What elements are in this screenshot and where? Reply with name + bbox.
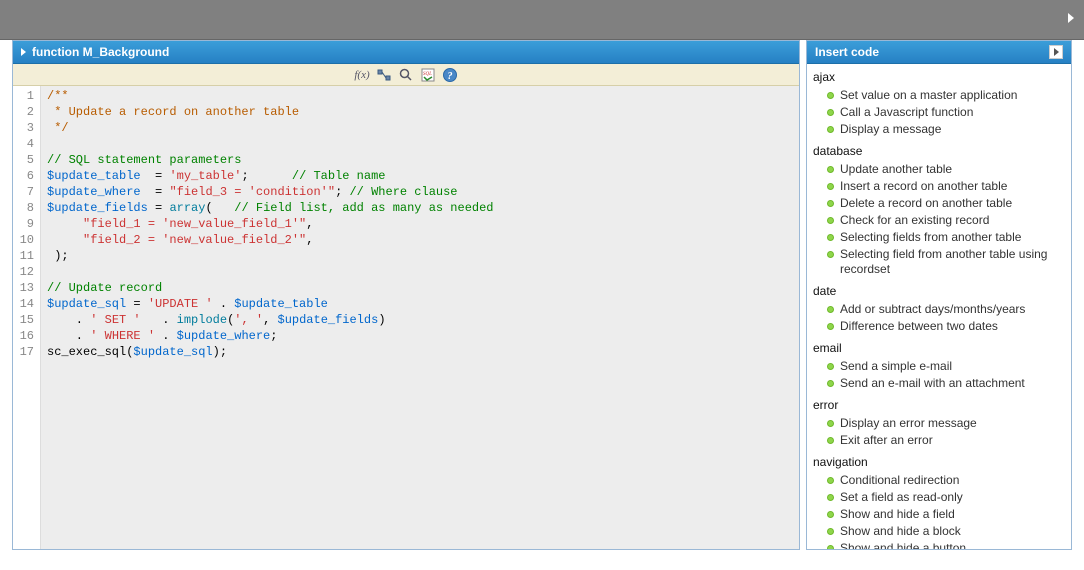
bullet-icon [827, 306, 834, 313]
snippet-item[interactable]: Call a Javascript function [813, 104, 1065, 121]
code-editor[interactable]: 1234567891011121314151617 /** * Update a… [13, 86, 799, 549]
snippet-label: Display a message [840, 122, 941, 137]
snippet-label: Delete a record on another table [840, 196, 1012, 211]
fx-icon[interactable]: f(x) [354, 67, 370, 83]
bullet-icon [827, 528, 834, 535]
insert-code-header[interactable]: Insert code [807, 41, 1071, 64]
snippet-category: date [813, 284, 1065, 298]
editor-panel: function M_Background f(x) SQL ? 1234567… [12, 40, 800, 550]
snippet-item[interactable]: Conditional redirection [813, 472, 1065, 489]
snippet-label: Selecting fields from another table [840, 230, 1021, 245]
bullet-icon [827, 494, 834, 501]
snippet-item[interactable]: Selecting fields from another table [813, 229, 1065, 246]
snippet-item[interactable]: Add or subtract days/months/years [813, 301, 1065, 318]
insert-code-panel: Insert code ajax Set value on a master ap… [806, 40, 1072, 550]
snippet-label: Set value on a master application [840, 88, 1017, 103]
snippet-item[interactable]: Exit after an error [813, 432, 1065, 449]
snippet-item[interactable]: Delete a record on another table [813, 195, 1065, 212]
bullet-icon [827, 477, 834, 484]
snippet-item[interactable]: Show and hide a field [813, 506, 1065, 523]
snippet-category: ajax [813, 70, 1065, 84]
snippet-category: email [813, 341, 1065, 355]
snippet-label: Send a simple e-mail [840, 359, 952, 374]
snippet-label: Insert a record on another table [840, 179, 1007, 194]
snippet-label: Add or subtract days/months/years [840, 302, 1025, 317]
match-brackets-icon[interactable] [376, 67, 392, 83]
snippet-category: navigation [813, 455, 1065, 469]
editor-panel-header[interactable]: function M_Background [13, 41, 799, 64]
snippet-label: Display an error message [840, 416, 977, 431]
snippet-category: error [813, 398, 1065, 412]
snippet-label: Selecting field from another table using… [840, 247, 1065, 277]
editor-toolbar: f(x) SQL ? [13, 64, 799, 86]
svg-text:SQL: SQL [423, 72, 432, 77]
snippet-item[interactable]: Display an error message [813, 415, 1065, 432]
chevron-right-icon[interactable] [1049, 45, 1063, 59]
bullet-icon [827, 234, 834, 241]
panel-title: Insert code [815, 45, 879, 59]
bullet-icon [827, 380, 834, 387]
bullet-icon [827, 363, 834, 370]
snippet-label: Show and hide a block [840, 524, 961, 539]
snippet-item[interactable]: Difference between two dates [813, 318, 1065, 335]
bullet-icon [827, 251, 834, 258]
sql-icon[interactable]: SQL [420, 67, 436, 83]
snippet-item[interactable]: Check for an existing record [813, 212, 1065, 229]
bullet-icon [827, 92, 834, 99]
chevron-right-icon[interactable] [1066, 12, 1076, 27]
snippet-item[interactable]: Show and hide a block [813, 523, 1065, 540]
snippet-item[interactable]: Selecting field from another table using… [813, 246, 1065, 278]
snippet-label: Exit after an error [840, 433, 933, 448]
snippet-label: Conditional redirection [840, 473, 959, 488]
bullet-icon [827, 420, 834, 427]
snippet-category: database [813, 144, 1065, 158]
bullet-icon [827, 437, 834, 444]
snippet-label: Check for an existing record [840, 213, 989, 228]
bullet-icon [827, 126, 834, 133]
top-bar [0, 0, 1084, 40]
chevron-right-icon [21, 48, 26, 56]
snippet-item[interactable]: Display a message [813, 121, 1065, 138]
snippet-label: Send an e-mail with an attachment [840, 376, 1025, 391]
snippet-item[interactable]: Send a simple e-mail [813, 358, 1065, 375]
snippet-item[interactable]: Set value on a master application [813, 87, 1065, 104]
bullet-icon [827, 545, 834, 549]
snippet-label: Show and hide a field [840, 507, 955, 522]
snippet-item[interactable]: Update another table [813, 161, 1065, 178]
snippet-label: Show and hide a button [840, 541, 966, 549]
snippet-item[interactable]: Set a field as read-only [813, 489, 1065, 506]
bullet-icon [827, 166, 834, 173]
panel-title: function M_Background [32, 45, 169, 59]
bullet-icon [827, 511, 834, 518]
code-area[interactable]: /** * Update a record on another table *… [41, 86, 799, 549]
snippet-label: Difference between two dates [840, 319, 998, 334]
svg-text:?: ? [448, 71, 453, 82]
search-icon[interactable] [398, 67, 414, 83]
bullet-icon [827, 323, 834, 330]
line-gutter: 1234567891011121314151617 [13, 86, 41, 549]
snippet-item[interactable]: Send an e-mail with an attachment [813, 375, 1065, 392]
snippet-label: Update another table [840, 162, 952, 177]
snippet-item[interactable]: Show and hide a button [813, 540, 1065, 549]
bullet-icon [827, 200, 834, 207]
bullet-icon [827, 217, 834, 224]
snippet-label: Set a field as read-only [840, 490, 963, 505]
snippet-list: ajax Set value on a master application Cal… [807, 64, 1071, 549]
snippet-item[interactable]: Insert a record on another table [813, 178, 1065, 195]
bullet-icon [827, 183, 834, 190]
snippet-label: Call a Javascript function [840, 105, 973, 120]
bullet-icon [827, 109, 834, 116]
help-icon[interactable]: ? [442, 67, 458, 83]
